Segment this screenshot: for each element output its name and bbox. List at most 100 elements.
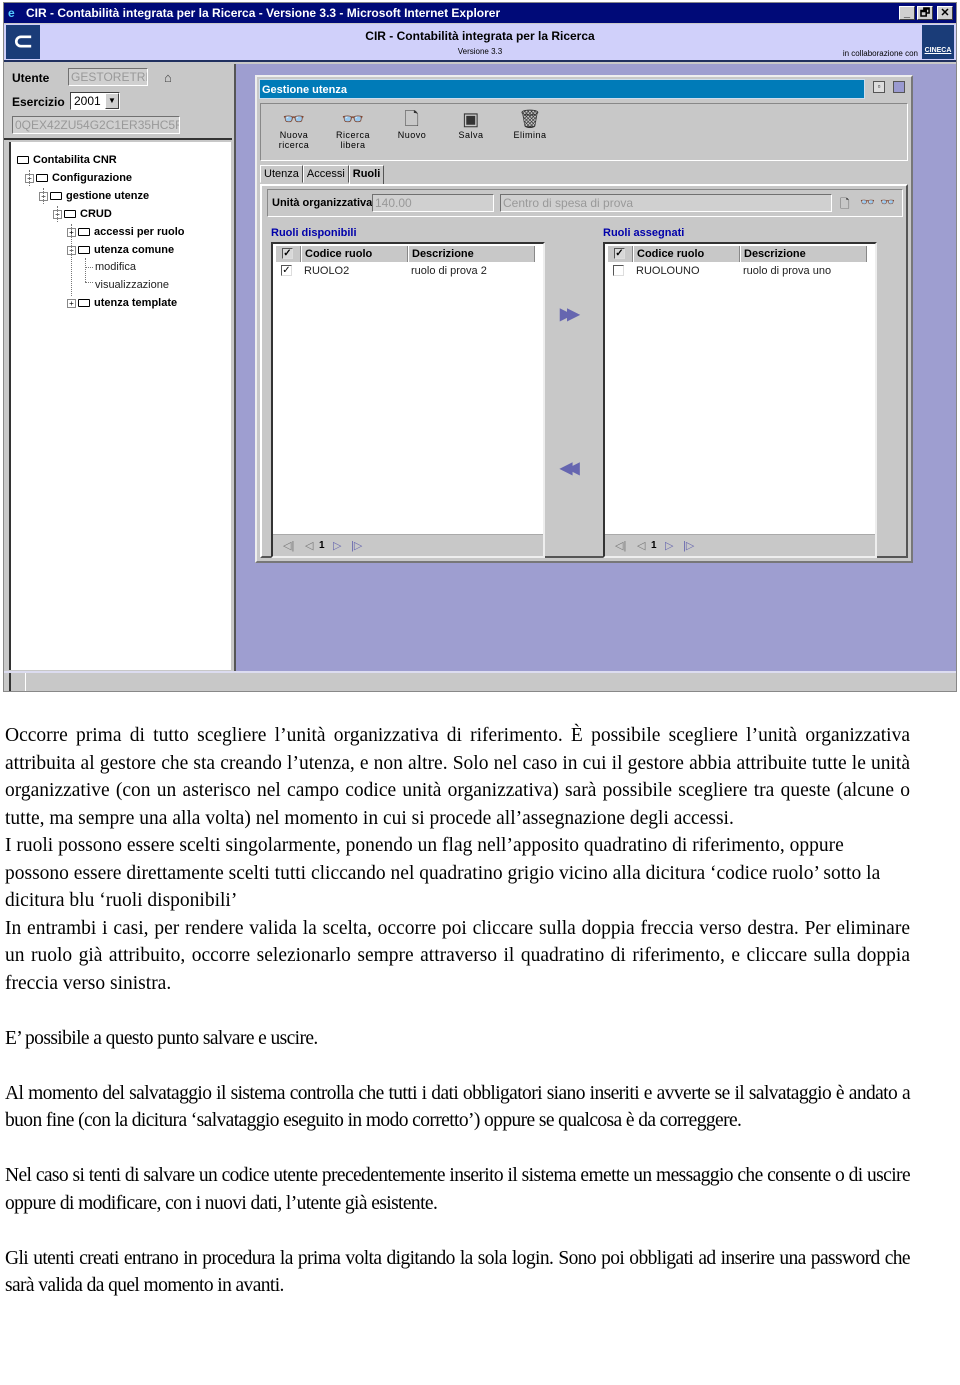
panel-maximize-icon[interactable]	[893, 81, 905, 93]
document-text: Occorre prima di tutto scegliere l’unità…	[5, 722, 911, 1300]
tree-item-utenza-template[interactable]: + utenza template	[67, 297, 177, 309]
tree-item-label: modifica	[95, 261, 136, 273]
paragraph-codice-duplicato: Nel caso si tenti di salvare un codice u…	[5, 1165, 911, 1214]
nuovo-button[interactable]: 🗋 Nuovo	[385, 108, 439, 140]
table-row[interactable]: ✓ RUOLO2 ruolo di prova 2	[275, 263, 535, 279]
row-checkbox[interactable]	[613, 265, 624, 276]
paragraph-unita-organizzativa: Occorre prima di tutto scegliere l’unità…	[5, 725, 910, 829]
status-bar	[4, 671, 956, 691]
pager: ◁| ◁ 1 ▷ |▷	[605, 534, 875, 556]
salva-button[interactable]: ▣ Salva	[444, 108, 498, 140]
floppy-disk-icon: ▣	[462, 109, 480, 129]
utente-field: GESTORETRE	[68, 68, 148, 86]
column-header-descrizione[interactable]: Descrizione	[408, 246, 535, 262]
next-page-icon[interactable]: ▷	[333, 539, 341, 552]
panel-restore-icon[interactable]: ▫	[873, 81, 885, 93]
tree-item-visualizzazione[interactable]: visualizzazione	[95, 279, 169, 291]
elimina-button[interactable]: 🗑 Elimina	[503, 108, 557, 140]
ruoli-disponibili-label: Ruoli disponibili	[271, 227, 357, 239]
folder-closed-icon	[78, 299, 90, 307]
page-number: 1	[319, 540, 325, 551]
minimize-button[interactable]: _	[899, 6, 915, 20]
tree-item-utenza-comune[interactable]: − utenza comune	[67, 244, 174, 256]
tree-item-contabilita-cnr[interactable]: Contabilita CNR	[17, 154, 117, 166]
cineca-logo[interactable]: CINECA	[922, 25, 954, 59]
select-all-checkbox[interactable]: ✓	[282, 248, 293, 259]
tab-utenza[interactable]: Utenza	[260, 165, 303, 183]
app-title: CIR - Contabilità integrata per la Ricer…	[365, 29, 595, 43]
row-checkbox[interactable]: ✓	[281, 265, 292, 276]
tree-item-label: utenza comune	[94, 244, 175, 256]
new-document-icon: 🗋	[404, 109, 420, 129]
tree-item-label: Configurazione	[52, 172, 133, 184]
tab-accessi[interactable]: Accessi	[302, 165, 349, 183]
paragraph-primo-accesso: Gli utenti creati entrano in procedura l…	[5, 1247, 911, 1297]
collapse-icon[interactable]: −	[67, 245, 76, 255]
tab-ruoli[interactable]: Ruoli	[348, 165, 385, 186]
unita-desc-field[interactable]: Centro di spesa di prova	[500, 194, 832, 212]
unita-code-field[interactable]: 140.00	[372, 194, 494, 212]
folder-open-icon	[36, 174, 48, 182]
tree-item-label: visualizzazione	[95, 279, 169, 291]
column-header-codice[interactable]: Codice ruolo	[633, 246, 740, 262]
ruoli-assegnati-label: Ruoli assegnati	[603, 227, 685, 239]
binoculars-arrow-icon[interactable]: 👓	[880, 195, 895, 209]
tree-item-accessi-per-ruolo[interactable]: + accessi per ruolo	[67, 226, 185, 238]
last-page-icon[interactable]: |▷	[351, 539, 362, 552]
toolbar: 👓 Nuova ricerca 👓 Ricerca libera 🗋 Nuovo…	[260, 103, 908, 161]
ruoli-tab-content: Unità organizzativa 140.00 Centro di spe…	[260, 184, 908, 558]
title-bar: e CIR - Contabilità integrata per la Ric…	[4, 3, 956, 23]
tree-item-label: CRUD	[80, 208, 112, 220]
button-label: Nuova	[279, 130, 309, 140]
esercizio-value: 2001	[74, 94, 101, 108]
status-bar-segment	[9, 673, 26, 691]
move-right-double-arrow-icon[interactable]: ▶▶	[560, 304, 579, 324]
column-header-codice[interactable]: Codice ruolo	[301, 246, 408, 262]
tree-item-crud[interactable]: − CRUD	[53, 208, 112, 220]
new-document-icon[interactable]: 🗋	[840, 195, 850, 216]
button-label: Salva	[458, 130, 484, 140]
paragraph-doppia-freccia: In entrambi i casi, per rendere valida l…	[5, 917, 910, 994]
expand-icon[interactable]: +	[67, 227, 76, 237]
select-all-cell: ✓	[607, 246, 633, 262]
move-left-double-arrow-icon[interactable]: ◀◀	[560, 458, 579, 478]
expand-icon[interactable]: +	[67, 298, 76, 308]
next-page-icon[interactable]: ▷	[665, 539, 673, 552]
tree-item-gestione-utenze[interactable]: − gestione utenze	[39, 190, 149, 202]
paragraph-scelta-ruoli: I ruoli possono essere scelti singolarme…	[5, 835, 881, 911]
restore-button[interactable]: 🗗	[917, 6, 933, 20]
grid-header: ✓ Codice ruolo Descrizione	[275, 246, 535, 262]
ricerca-libera-button[interactable]: 👓 Ricerca libera	[326, 108, 380, 150]
button-label: Nuovo	[397, 130, 427, 140]
trash-icon: 🗑	[518, 109, 542, 129]
collapse-icon[interactable]: −	[39, 191, 48, 201]
collapse-icon[interactable]: −	[25, 173, 34, 183]
nuova-ricerca-button[interactable]: 👓 Nuova ricerca	[267, 108, 321, 150]
collapse-icon[interactable]: −	[53, 209, 62, 219]
home-icon[interactable]: ⌂	[164, 70, 172, 85]
tree-item-modifica[interactable]: modifica	[95, 261, 136, 273]
tree-item-configurazione[interactable]: − Configurazione	[25, 172, 132, 184]
prev-page-icon[interactable]: ◁	[305, 539, 313, 552]
utente-label: Utente	[12, 71, 50, 85]
user-info-panel: Utente GESTORETRE ⌂ Esercizio 2001 ▼ 0QE…	[4, 64, 232, 140]
esercizio-label: Esercizio	[12, 95, 65, 109]
role-code: RUOLO2	[304, 265, 350, 277]
esercizio-select[interactable]: 2001 ▼	[70, 92, 120, 110]
first-page-icon[interactable]: ◁|	[615, 539, 626, 552]
panel-title: Gestione utenza	[259, 79, 865, 99]
table-row[interactable]: RUOLOUNO ruolo di prova uno	[607, 263, 867, 279]
binoculars-icon: 👓	[282, 109, 306, 129]
collaboration-text: in collaborazione con	[842, 49, 918, 58]
select-all-checkbox[interactable]: ✓	[614, 248, 625, 259]
window-title: CIR - Contabilità integrata per la Ricer…	[26, 6, 501, 20]
binoculars-icon[interactable]: 👓	[860, 195, 875, 209]
app-version: Versione 3.3	[457, 47, 503, 56]
close-button[interactable]: ✕	[937, 6, 953, 20]
last-page-icon[interactable]: |▷	[683, 539, 694, 552]
prev-page-icon[interactable]: ◁	[637, 539, 645, 552]
chevron-down-icon[interactable]: ▼	[105, 93, 119, 109]
tree-item-label: utenza template	[94, 297, 178, 309]
first-page-icon[interactable]: ◁|	[283, 539, 294, 552]
column-header-descrizione[interactable]: Descrizione	[740, 246, 867, 262]
